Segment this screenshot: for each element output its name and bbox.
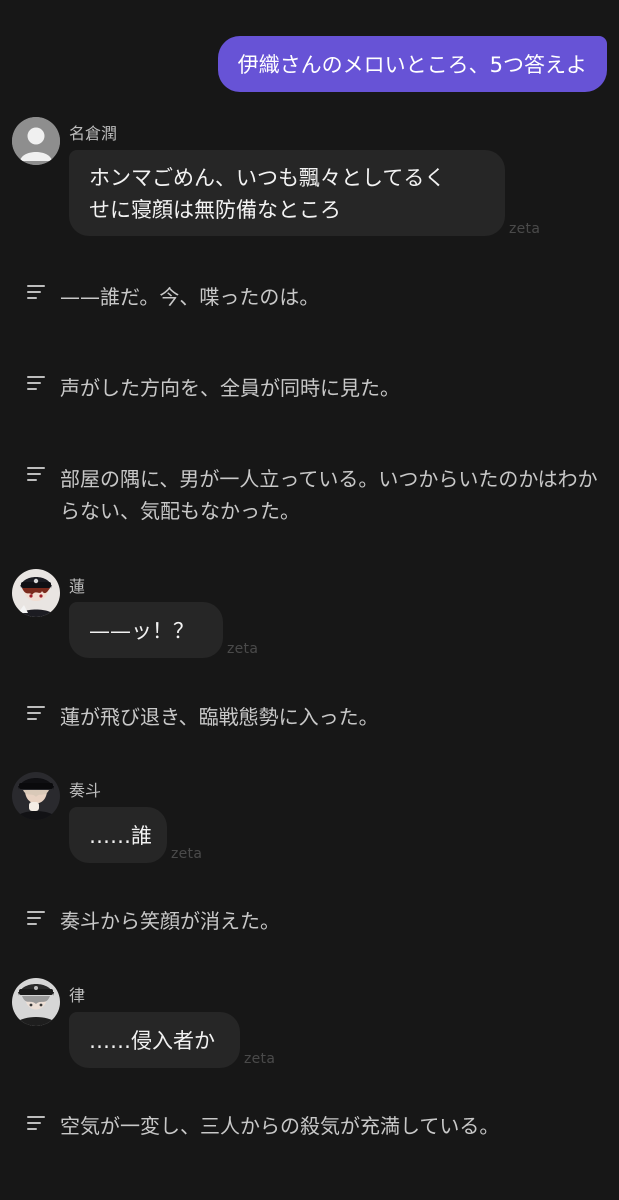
text-lines-icon <box>27 285 45 299</box>
narration-text: 蓮が飛び退き、臨戦態勢に入った。 <box>60 705 379 729</box>
message-text: ……誰 <box>89 824 152 848</box>
narration-text: 奏斗から笑顔が消えた。 <box>60 909 280 933</box>
character-portrait-icon <box>12 978 60 1026</box>
text-lines-icon <box>27 467 45 481</box>
message-text: ……侵入者か <box>89 1029 215 1053</box>
zeta-watermark: zeta <box>227 641 259 657</box>
text-lines-icon <box>27 376 45 390</box>
character-message-bubble[interactable]: ——ッ！？ <box>69 602 223 658</box>
character-portrait-icon <box>12 569 60 617</box>
narration-text: ——誰だ。今、喋ったのは。 <box>60 285 320 309</box>
avatar-kanato[interactable] <box>12 772 60 820</box>
zeta-watermark: zeta <box>509 221 541 237</box>
message-text: ——ッ！？ <box>89 619 194 643</box>
person-silhouette-icon <box>12 117 60 165</box>
avatar-ren[interactable] <box>12 569 60 617</box>
narration-text: 空気が一変し、三人からの殺気が充満している。 <box>60 1114 500 1138</box>
user-message-text: 伊織さんのメロいところ、5つ答えよ <box>237 53 587 77</box>
zeta-watermark: zeta <box>244 1051 276 1067</box>
character-name: 蓮 <box>69 577 86 596</box>
character-name: 律 <box>69 986 86 1005</box>
character-name: 奏斗 <box>69 781 102 800</box>
character-message-bubble[interactable]: ホンマごめん、いつも飄々としてるく せに寝顔は無防備なところ <box>69 150 505 236</box>
character-portrait-icon <box>12 772 60 820</box>
text-lines-icon <box>27 1116 45 1130</box>
zeta-watermark: zeta <box>171 846 203 862</box>
narration-text: 声がした方向を、全員が同時に見た。 <box>60 376 400 400</box>
character-message-bubble[interactable]: ……誰 <box>69 807 167 863</box>
narration-text: 部屋の隅に、男が一人立っている。いつからいたのかはわからない、気配もなかった。 <box>60 467 598 523</box>
avatar-ritsu[interactable] <box>12 978 60 1026</box>
character-message-bubble[interactable]: ……侵入者か <box>69 1012 240 1068</box>
user-message-bubble[interactable]: 伊織さんのメロいところ、5つ答えよ <box>217 36 607 92</box>
avatar-default[interactable] <box>12 117 60 165</box>
message-line: ホンマごめん、いつも飄々としてるく <box>89 166 446 190</box>
text-lines-icon <box>27 706 45 720</box>
character-name: 名倉潤 <box>69 124 118 143</box>
text-lines-icon <box>27 911 45 925</box>
message-line: せに寝顔は無防備なところ <box>89 198 341 222</box>
